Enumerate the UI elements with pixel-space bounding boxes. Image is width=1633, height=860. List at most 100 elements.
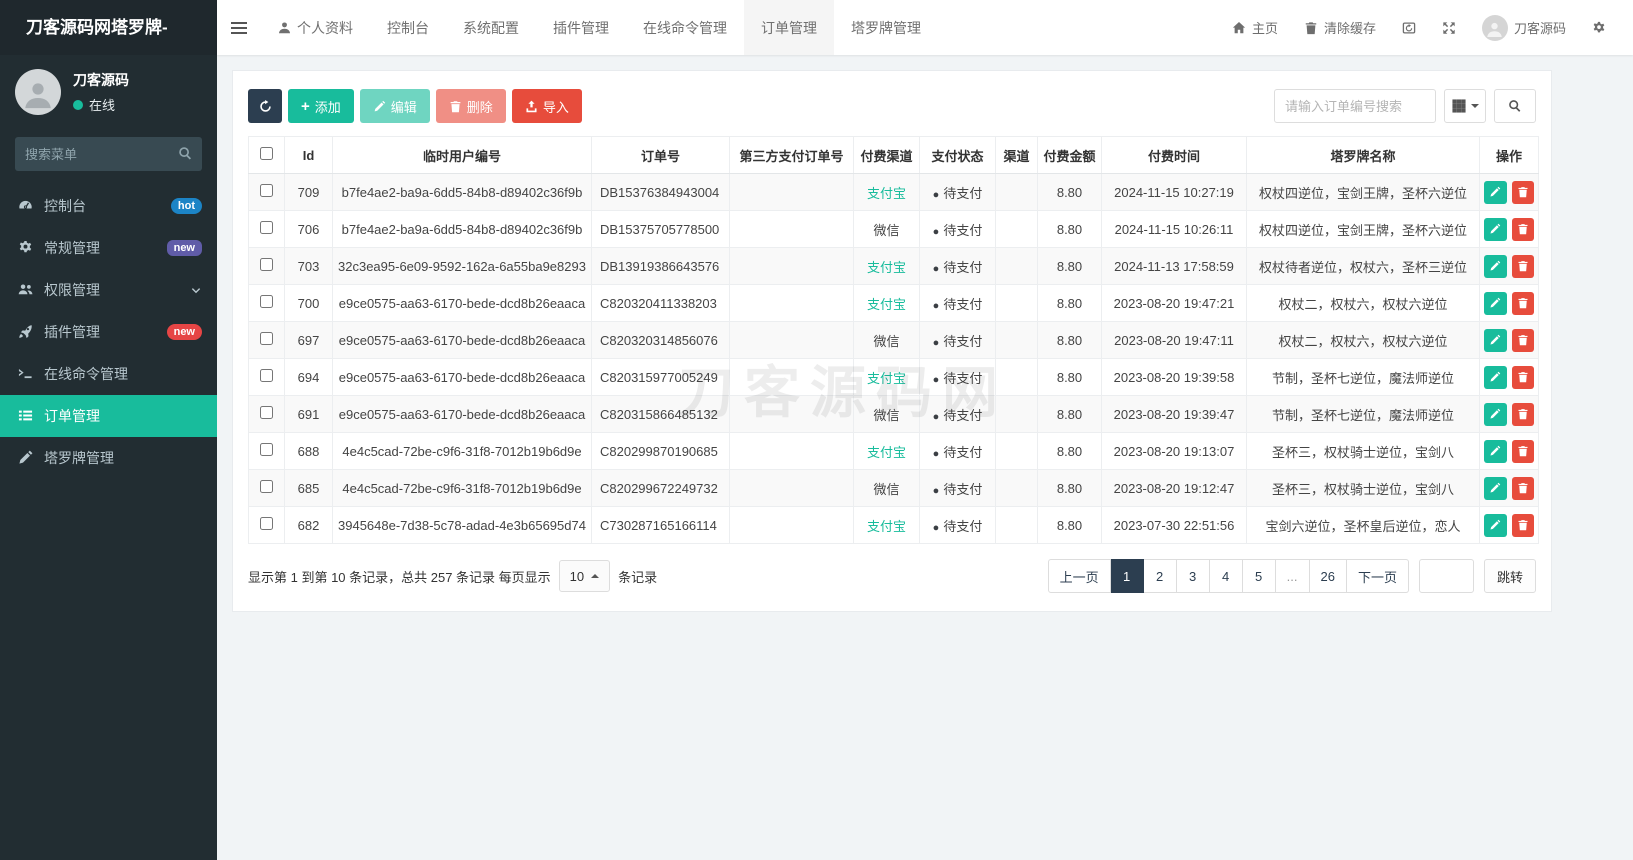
page-button-5[interactable]: 5 bbox=[1242, 559, 1276, 593]
page-button-1[interactable]: 1 bbox=[1110, 559, 1144, 593]
sidebar-search-input[interactable] bbox=[15, 137, 202, 171]
edit-button[interactable]: 编辑 bbox=[359, 89, 430, 123]
row-checkbox[interactable] bbox=[260, 517, 273, 530]
row-checkbox[interactable] bbox=[260, 184, 273, 197]
tab-order[interactable]: 订单管理 bbox=[744, 0, 834, 55]
users-icon bbox=[18, 282, 34, 298]
page-button-3[interactable]: 3 bbox=[1176, 559, 1210, 593]
tab-tarot[interactable]: 塔罗牌管理 bbox=[834, 0, 938, 55]
row-delete-button[interactable] bbox=[1511, 217, 1534, 241]
tab-command[interactable]: 在线命令管理 bbox=[626, 0, 744, 55]
columns-button[interactable] bbox=[1444, 89, 1486, 123]
col-header-channel[interactable]: 付费渠道 bbox=[853, 136, 920, 174]
col-header-time[interactable]: 付费时间 bbox=[1101, 136, 1247, 174]
home-button[interactable]: 主页 bbox=[1219, 0, 1291, 55]
table-row[interactable]: 706 b7fe4ae2-ba9a-6dd5-84b8-d89402c36f9b D… bbox=[248, 210, 1539, 248]
sidebar-item-general[interactable]: 常规管理 new bbox=[0, 227, 217, 269]
row-edit-button[interactable] bbox=[1484, 180, 1507, 204]
table-row[interactable]: 682 3945648e-7d38-5c78-adad-4e3b65695d74 C… bbox=[248, 506, 1539, 544]
col-header-order-no[interactable]: 订单号 bbox=[591, 136, 730, 174]
row-delete-button[interactable] bbox=[1511, 328, 1534, 352]
col-header-status[interactable]: 支付状态 bbox=[919, 136, 996, 174]
fullscreen-button[interactable] bbox=[1429, 0, 1469, 55]
tab-dashboard[interactable]: 控制台 bbox=[370, 0, 446, 55]
trash-icon bbox=[1518, 372, 1528, 383]
select-all-checkbox[interactable] bbox=[260, 147, 273, 160]
delete-button[interactable]: 删除 bbox=[435, 89, 506, 123]
sidebar-item-tarot[interactable]: 塔罗牌管理 bbox=[0, 437, 217, 479]
row-edit-button[interactable] bbox=[1484, 217, 1507, 241]
sidebar-item-auth[interactable]: 权限管理 bbox=[0, 269, 217, 311]
col-header-sub-channel[interactable]: 渠道 bbox=[995, 136, 1038, 174]
row-edit-button[interactable] bbox=[1484, 402, 1507, 426]
row-delete-button[interactable] bbox=[1511, 254, 1534, 278]
page-button-4[interactable]: 4 bbox=[1209, 559, 1243, 593]
pagination: 上一页 1 2 3 4 5... 26 下一页 bbox=[1047, 559, 1409, 593]
sidebar-item-addon[interactable]: 插件管理 new bbox=[0, 311, 217, 353]
row-delete-button[interactable] bbox=[1511, 291, 1534, 315]
col-header-amount[interactable]: 付费金额 bbox=[1037, 136, 1102, 174]
row-delete-button[interactable] bbox=[1511, 513, 1534, 537]
table-row[interactable]: 691 e9ce0575-aa63-6170-bede-dcd8b26eaaca C… bbox=[248, 395, 1539, 433]
hamburger-menu-icon[interactable] bbox=[217, 0, 261, 55]
row-edit-button[interactable] bbox=[1484, 513, 1507, 537]
row-checkbox[interactable] bbox=[260, 258, 273, 271]
page-button-2[interactable]: 2 bbox=[1143, 559, 1177, 593]
clear-cache-button[interactable]: 清除缓存 bbox=[1291, 0, 1389, 55]
topbar: 个人资料 控制台 系统配置 插件管理 在线命令管理 订单管理 塔罗牌管理 主页 清除缓存 bbox=[217, 0, 1633, 55]
add-button[interactable]: + 添加 bbox=[288, 89, 354, 123]
row-edit-button[interactable] bbox=[1484, 254, 1507, 278]
next-page-button[interactable]: 下一页 bbox=[1346, 559, 1409, 593]
row-edit-button[interactable] bbox=[1484, 476, 1507, 500]
row-edit-button[interactable] bbox=[1484, 328, 1507, 352]
row-checkbox[interactable] bbox=[260, 369, 273, 382]
tab-config[interactable]: 系统配置 bbox=[446, 0, 536, 55]
row-delete-button[interactable] bbox=[1511, 402, 1534, 426]
col-header-third-no[interactable]: 第三方支付订单号 bbox=[729, 136, 854, 174]
import-button[interactable]: 导入 bbox=[511, 89, 582, 123]
table-row[interactable]: 703 32c3ea95-6e09-9592-162a-6a55ba9e8293 D… bbox=[248, 247, 1539, 285]
settings-button[interactable] bbox=[1579, 0, 1619, 55]
col-header-id[interactable]: Id bbox=[284, 136, 333, 174]
search-icon bbox=[1509, 100, 1521, 112]
page-size-select[interactable]: 10 bbox=[558, 560, 611, 592]
page-button-26[interactable]: 26 bbox=[1309, 559, 1347, 593]
row-checkbox[interactable] bbox=[260, 295, 273, 308]
row-delete-button[interactable] bbox=[1511, 476, 1534, 500]
table-row[interactable]: 700 e9ce0575-aa63-6170-bede-dcd8b26eaaca C… bbox=[248, 284, 1539, 322]
row-checkbox[interactable] bbox=[260, 480, 273, 493]
row-checkbox[interactable] bbox=[260, 221, 273, 234]
prev-page-button[interactable]: 上一页 bbox=[1047, 559, 1111, 593]
refresh-frame-button[interactable] bbox=[1389, 0, 1429, 55]
table-row[interactable]: 688 4e4c5cad-72be-c9f6-31f8-7012b19b6d9e C… bbox=[248, 432, 1539, 470]
sidebar-item-command[interactable]: 在线命令管理 bbox=[0, 353, 217, 395]
col-header-user-no[interactable]: 临时用户编号 bbox=[332, 136, 592, 174]
table-row[interactable]: 697 e9ce0575-aa63-6170-bede-dcd8b26eaaca C… bbox=[248, 321, 1539, 359]
table-row[interactable]: 685 4e4c5cad-72be-c9f6-31f8-7012b19b6d9e C… bbox=[248, 469, 1539, 507]
sidebar-item-dashboard[interactable]: 控制台 hot bbox=[0, 185, 217, 227]
search-button[interactable] bbox=[1494, 89, 1536, 123]
row-checkbox[interactable] bbox=[260, 406, 273, 419]
table-row[interactable]: 694 e9ce0575-aa63-6170-bede-dcd8b26eaaca C… bbox=[248, 358, 1539, 396]
columns-grid-icon bbox=[1451, 99, 1466, 113]
cell-third-no bbox=[729, 321, 854, 359]
cell-third-no bbox=[729, 247, 854, 285]
col-header-tarot[interactable]: 塔罗牌名称 bbox=[1246, 136, 1480, 174]
order-search-input[interactable] bbox=[1274, 89, 1436, 123]
row-edit-button[interactable] bbox=[1484, 439, 1507, 463]
row-checkbox[interactable] bbox=[260, 332, 273, 345]
jump-button[interactable]: 跳转 bbox=[1483, 559, 1536, 593]
row-delete-button[interactable] bbox=[1511, 180, 1534, 204]
tab-profile[interactable]: 个人资料 bbox=[261, 0, 370, 55]
row-checkbox[interactable] bbox=[260, 443, 273, 456]
sidebar-item-order[interactable]: 订单管理 bbox=[0, 395, 217, 437]
user-menu[interactable]: 刀客源码 bbox=[1469, 0, 1579, 55]
refresh-button[interactable] bbox=[248, 89, 282, 123]
row-delete-button[interactable] bbox=[1511, 439, 1534, 463]
row-delete-button[interactable] bbox=[1511, 365, 1534, 389]
tab-addon[interactable]: 插件管理 bbox=[536, 0, 626, 55]
row-edit-button[interactable] bbox=[1484, 291, 1507, 315]
jump-page-input[interactable] bbox=[1418, 559, 1474, 593]
row-edit-button[interactable] bbox=[1484, 365, 1507, 389]
table-row[interactable]: 709 b7fe4ae2-ba9a-6dd5-84b8-d89402c36f9b D… bbox=[248, 173, 1539, 211]
